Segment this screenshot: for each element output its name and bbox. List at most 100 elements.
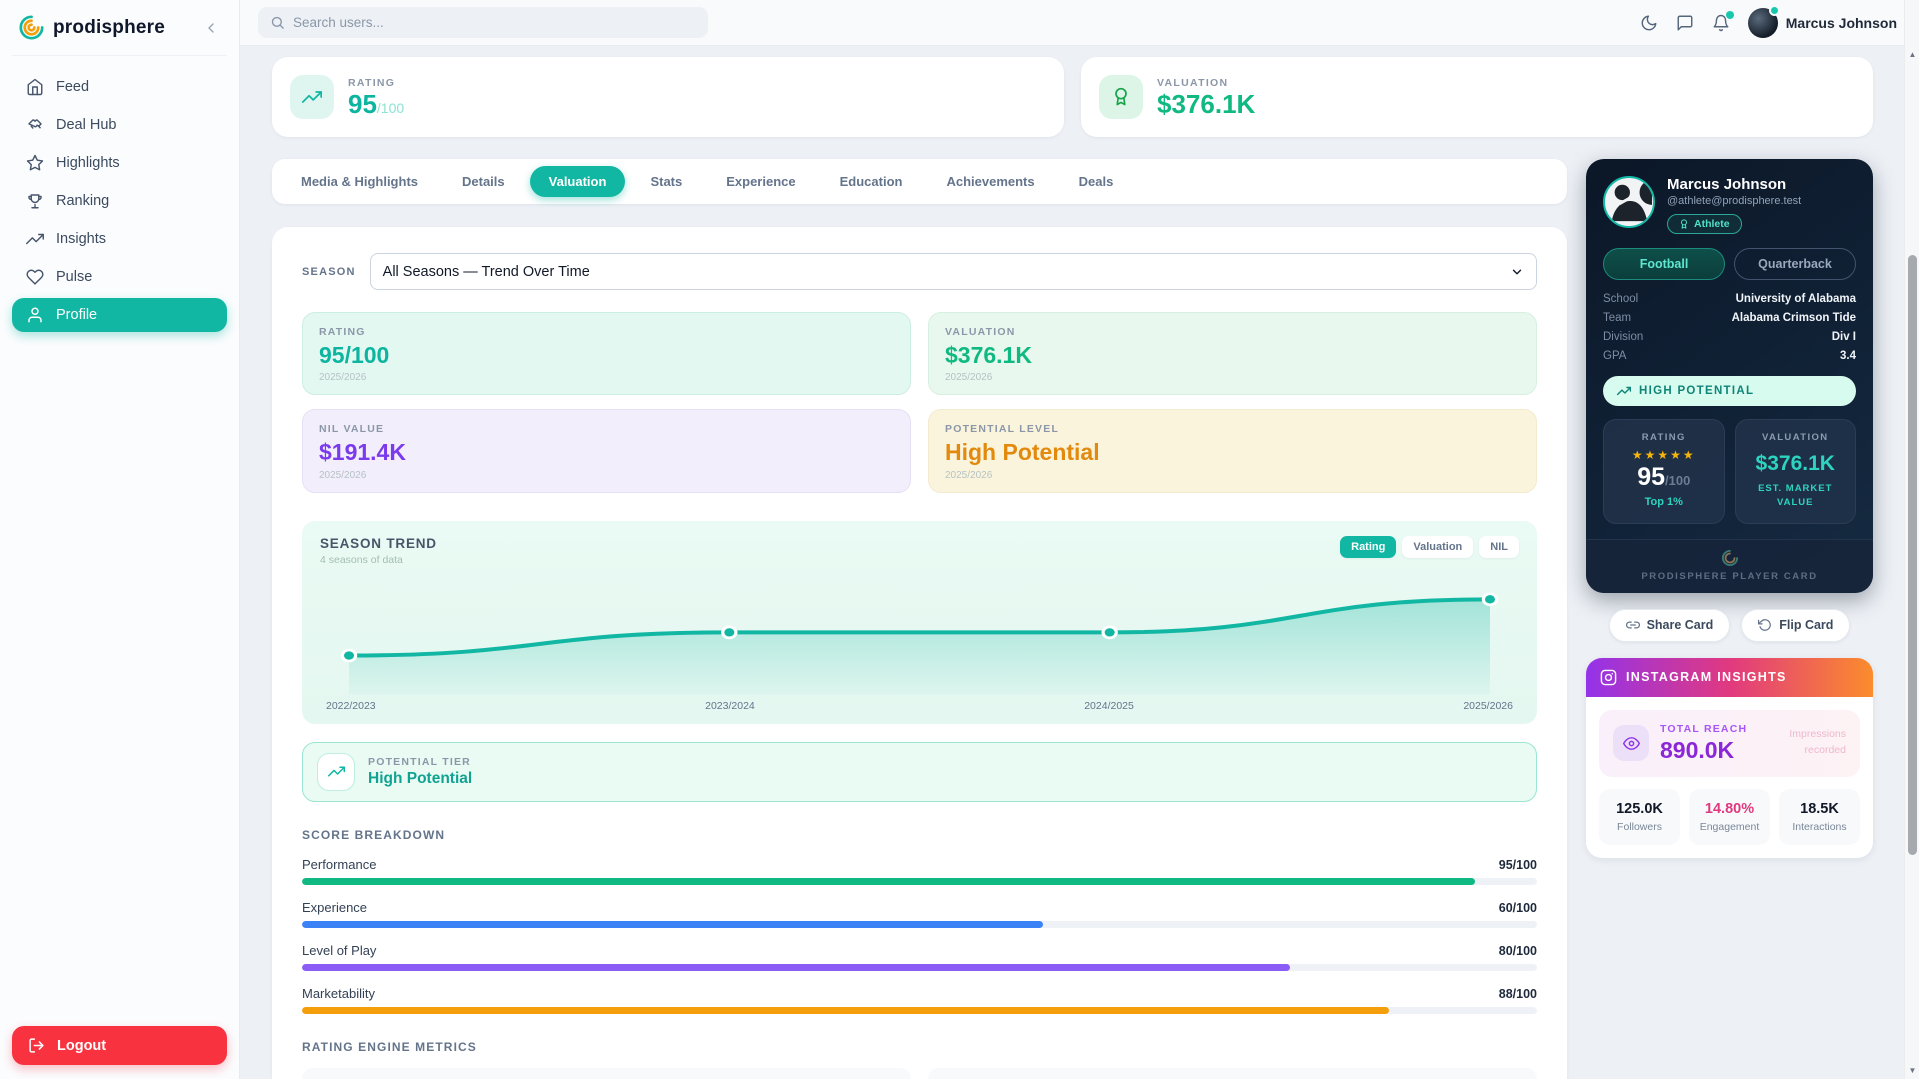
tab-valuation[interactable]: Valuation: [530, 166, 626, 197]
tab-details[interactable]: Details: [443, 166, 524, 197]
score-label: Performance: [302, 857, 376, 872]
messages-icon[interactable]: [1676, 14, 1694, 32]
tab-achievements[interactable]: Achievements: [927, 166, 1053, 197]
x-tick: 2024/2025: [1084, 700, 1134, 712]
rating-value: 95: [348, 89, 377, 119]
search-bar[interactable]: [258, 7, 708, 38]
score-value: 95/100: [1499, 858, 1537, 872]
legend-rating[interactable]: Rating: [1340, 536, 1396, 558]
chart-plot-area: 2022/2023 2023/2024 2024/2025 2025/2026: [320, 570, 1519, 714]
info-label: Division: [1603, 331, 1643, 343]
mini-rating-suffix: /100: [1665, 473, 1690, 488]
star-icon: [26, 154, 44, 172]
season-select[interactable]: All Seasons — Trend Over Time: [370, 253, 1537, 290]
scroll-down-arrow[interactable]: ▼: [1905, 1063, 1919, 1078]
sidebar-item-profile[interactable]: Profile: [12, 298, 227, 332]
stat-label: Followers: [1603, 821, 1676, 833]
info-value: Alabama Crimson Tide: [1732, 312, 1856, 324]
score-row-marketability: Marketability 88/100: [302, 986, 1537, 1014]
scroll-up-arrow[interactable]: ▲: [1905, 47, 1919, 62]
sidebar-item-feed[interactable]: Feed: [12, 70, 227, 104]
profile-tabs: Media & Highlights Details Valuation Sta…: [272, 159, 1567, 204]
progress-fill: [302, 964, 1290, 971]
tab-education[interactable]: Education: [821, 166, 922, 197]
rotate-icon: [1758, 618, 1772, 632]
stat-label: Engagement: [1693, 821, 1766, 833]
sidebar-item-label: Highlights: [56, 155, 120, 171]
sidebar-item-label: Insights: [56, 231, 106, 247]
stat-value: 14.80%: [1693, 801, 1766, 817]
top-bar: Marcus Johnson: [240, 0, 1919, 46]
stat-value: High Potential: [945, 439, 1520, 465]
info-row-gpa: GPA3.4: [1603, 350, 1856, 362]
stat-card-nil-value: NIL VALUE $191.4K 2025/2026: [302, 409, 911, 492]
flip-card-button[interactable]: Flip Card: [1741, 609, 1850, 642]
info-row-team: TeamAlabama Crimson Tide: [1603, 312, 1856, 324]
dark-mode-toggle-icon[interactable]: [1640, 14, 1658, 32]
score-label: Level of Play: [302, 943, 376, 958]
progress-track: [302, 921, 1537, 928]
user-menu[interactable]: Marcus Johnson: [1748, 8, 1897, 38]
search-input[interactable]: [293, 15, 696, 30]
sidebar-item-pulse[interactable]: Pulse: [12, 260, 227, 294]
sidebar-collapse-icon[interactable]: [201, 18, 221, 38]
share-card-button[interactable]: Share Card: [1609, 609, 1731, 642]
mini-rating-label: RATING: [1614, 432, 1714, 443]
stat-season: 2025/2026: [945, 372, 1520, 383]
sidebar-item-deal-hub[interactable]: Deal Hub: [12, 108, 227, 142]
athlete-badge: Athlete: [1667, 214, 1742, 234]
progress-fill: [302, 921, 1043, 928]
window-scrollbar[interactable]: ▲ ▼: [1904, 0, 1919, 1079]
scrollbar-thumb[interactable]: [1908, 255, 1917, 855]
logout-button[interactable]: Logout: [12, 1026, 227, 1065]
progress-fill: [302, 878, 1475, 885]
progress-track: [302, 964, 1537, 971]
x-tick: 2022/2023: [326, 700, 376, 712]
sidebar-item-highlights[interactable]: Highlights: [12, 146, 227, 180]
link-icon: [1626, 618, 1640, 632]
stat-label: POTENTIAL LEVEL: [945, 423, 1520, 435]
info-label: School: [1603, 293, 1638, 305]
handshake-icon: [26, 116, 44, 134]
sidebar-item-insights[interactable]: Insights: [12, 222, 227, 256]
sidebar-item-ranking[interactable]: Ranking: [12, 184, 227, 218]
followers-stat: 125.0K Followers: [1599, 789, 1680, 845]
sport-button[interactable]: Football: [1603, 248, 1725, 280]
tab-media-highlights[interactable]: Media & Highlights: [282, 166, 437, 197]
tab-deals[interactable]: Deals: [1060, 166, 1133, 197]
summary-cards-row: RATING 95/100 VALUATION $376.1K: [272, 57, 1873, 137]
legend-valuation[interactable]: Valuation: [1402, 536, 1473, 558]
notification-dot: [1726, 11, 1734, 19]
sidebar-item-label: Pulse: [56, 269, 92, 285]
info-value: 3.4: [1840, 350, 1856, 362]
high-potential-banner: HIGH POTENTIAL: [1603, 376, 1856, 406]
legend-nil[interactable]: NIL: [1479, 536, 1519, 558]
home-icon: [26, 78, 44, 96]
logo-row: prodisphere: [12, 10, 227, 56]
tab-experience[interactable]: Experience: [707, 166, 814, 197]
chart-x-axis-labels: 2022/2023 2023/2024 2024/2025 2025/2026: [320, 698, 1519, 714]
notifications-bell-icon[interactable]: [1712, 14, 1730, 32]
metric-momentum: MOMENTUM +121.1%: [928, 1068, 1537, 1079]
metric-trajectory: TRAJECTORY → 46/100: [302, 1068, 911, 1079]
potential-tier-label: POTENTIAL TIER: [368, 756, 472, 768]
sidebar-item-label: Feed: [56, 79, 89, 95]
medal-icon: [1099, 75, 1143, 119]
chevron-down-icon: [1510, 265, 1524, 279]
chart-subtitle: 4 seasons of data: [320, 554, 437, 566]
stat-value: 125.0K: [1603, 801, 1676, 817]
rating-engine-metrics: TRAJECTORY → 46/100 MOMENTUM +121.1%: [302, 1068, 1537, 1079]
info-row-school: SchoolUniversity of Alabama: [1603, 293, 1856, 305]
profile-main-column: Media & Highlights Details Valuation Sta…: [272, 159, 1567, 1079]
user-name: Marcus Johnson: [1786, 15, 1897, 31]
logout-label: Logout: [57, 1038, 106, 1054]
banner-label: HIGH POTENTIAL: [1639, 385, 1754, 397]
position-button[interactable]: Quarterback: [1734, 248, 1856, 280]
tab-stats[interactable]: Stats: [631, 166, 701, 197]
app-window: prodisphere Feed Deal Hub Highlights Ran…: [0, 0, 1919, 1079]
potential-tier-banner: POTENTIAL TIER High Potential: [302, 742, 1537, 802]
player-avatar: [1603, 176, 1655, 228]
logout-icon: [28, 1037, 45, 1054]
impressions-note: Impressions recorded: [1789, 727, 1846, 759]
percentile-label: Top 1%: [1614, 496, 1714, 508]
